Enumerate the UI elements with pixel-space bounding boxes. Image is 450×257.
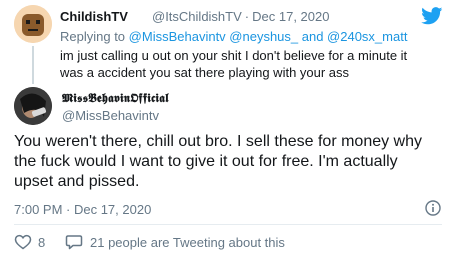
replying-prefix: Replying to [60, 29, 126, 44]
missbehavin-avatar[interactable] [14, 87, 52, 125]
info-icon[interactable] [425, 200, 441, 216]
meta-separator: · [244, 9, 250, 24]
main-tweet-text: You weren't there, chill out bro. I sell… [14, 133, 423, 190]
thread-connector-line [32, 46, 34, 84]
main-display-name[interactable]: 𝕸𝖎𝖘𝖘𝕭𝖊𝖍𝖆𝖛𝖎𝖓𝕺𝖋𝖋𝖎𝖈𝖎𝖆𝖑 [62, 91, 169, 106]
tweet-timestamp[interactable]: 7:00 PM · Dec 17, 2020 [14, 202, 151, 217]
twitter-bird-icon[interactable] [421, 7, 443, 25]
quoted-meta: @ItsChildishTV · Dec 17, 2020 [152, 9, 329, 24]
heart-icon[interactable] [14, 234, 32, 250]
like-count[interactable]: 8 [38, 235, 45, 250]
quoted-date[interactable]: Dec 17, 2020 [252, 9, 329, 24]
tweeting-about-this[interactable]: 21 people are Tweeting about this [90, 235, 285, 250]
main-handle[interactable]: @MissBehavintv [62, 108, 159, 123]
quoted-handle[interactable]: @ItsChildishTV [152, 9, 242, 24]
quoted-display-name[interactable]: ChildishTV [60, 9, 128, 24]
replying-to-handles[interactable]: @MissBehavintv @neyshus_ and @240sx_matt [129, 29, 408, 44]
childishtv-avatar[interactable] [14, 5, 52, 43]
replying-to: Replying to @MissBehavintv @neyshus_ and… [60, 29, 407, 44]
quoted-tweet-text: im just calling u out on your shit I don… [60, 48, 408, 80]
divider [14, 224, 442, 225]
speech-bubble-icon[interactable] [65, 234, 83, 250]
